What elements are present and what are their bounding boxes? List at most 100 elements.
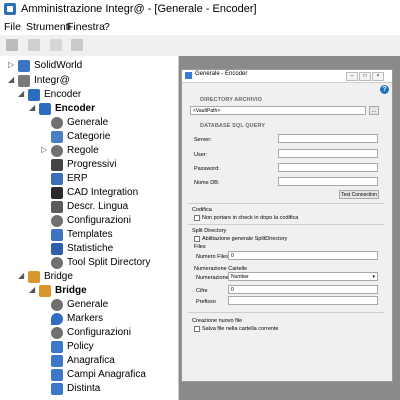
chevron-down-icon: ▾: [372, 274, 375, 280]
menu-bar: File Strumenti Finestra ?: [0, 19, 400, 35]
cifre-field[interactable]: 0: [228, 285, 378, 294]
menu-strumenti[interactable]: Strumenti: [26, 21, 71, 33]
browse-button[interactable]: ...: [369, 106, 379, 115]
expand-toggle[interactable]: ◢: [18, 89, 26, 98]
marker-icon: [51, 313, 63, 325]
files-heading: Files: [194, 244, 206, 250]
tree-node-label: Encoder: [44, 89, 82, 100]
tree-node-label: Policy: [67, 341, 94, 352]
registry-fields-icon: [51, 369, 63, 381]
settings-dialog: Generale - Encoder – □ × ? DIRECTORY ARC…: [181, 69, 393, 382]
non-portare-label: Non portare in check in dopo la codifica: [202, 215, 299, 221]
expand-toggle[interactable]: ◢: [29, 285, 37, 294]
server-field[interactable]: [278, 134, 378, 143]
tree-node-label: Generale: [67, 117, 109, 128]
tree-node-label: Markers: [67, 313, 104, 324]
tree-node-label: Progressivi: [67, 159, 117, 170]
divider: [188, 224, 384, 225]
nome-db-field[interactable]: [278, 177, 378, 186]
tree-node-label: CAD Integration: [67, 187, 139, 198]
statistics-icon: [51, 243, 63, 255]
integra-icon: [18, 75, 30, 87]
maximize-button[interactable]: □: [359, 72, 371, 81]
abilitazione-label: Abilitazione generale SplitDirectory: [202, 236, 288, 242]
expand-toggle[interactable]: ◢: [18, 271, 26, 280]
password-field[interactable]: [278, 163, 378, 172]
tree-node-label: Configurazioni: [67, 327, 131, 338]
close-button[interactable]: ×: [372, 72, 384, 81]
prefisso-field[interactable]: [228, 296, 378, 305]
dialog-app-icon: [185, 72, 192, 79]
tree-node-label: Configurazioni: [67, 215, 131, 226]
user-label: User:: [194, 152, 208, 158]
server-label: Server:: [194, 137, 212, 143]
tree-node-label: Anagrafica: [67, 355, 115, 366]
menu-file[interactable]: File: [4, 21, 21, 33]
tree-node-label: Encoder: [55, 103, 96, 114]
tree-node-label: Regole: [67, 145, 99, 156]
navigation-tree[interactable]: ▷ SolidWorld ◢ Integr@ ◢ Encoder ◢ Encod…: [0, 56, 179, 400]
bom-icon: [51, 383, 63, 395]
numero-files-field[interactable]: 0: [228, 251, 378, 260]
solidworld-icon: [18, 60, 30, 72]
gear-icon: [51, 327, 63, 339]
tree-node-label: Integr@: [34, 75, 70, 86]
cut-icon[interactable]: [50, 39, 62, 51]
test-connection-button[interactable]: Test Connection: [339, 190, 379, 199]
gear-icon: [51, 145, 63, 157]
tree-node-label: Generale: [67, 299, 109, 310]
minimize-button[interactable]: –: [346, 72, 358, 81]
divider: [188, 203, 384, 204]
codifica-heading: Codifica: [192, 207, 212, 213]
expand-toggle[interactable]: ◢: [29, 103, 37, 112]
database-sql-heading: DATABASE SQL QUERY: [200, 123, 266, 129]
tree-node-label: Descr. Lingua: [67, 201, 129, 212]
cad-icon: [51, 187, 63, 199]
erp-icon: [51, 173, 63, 185]
user-field[interactable]: [278, 149, 378, 158]
language-icon: [51, 201, 63, 213]
gear-icon: [51, 215, 63, 227]
gear-icon: [51, 257, 63, 269]
numero-files-label: Numero Files: [196, 254, 229, 260]
gear-icon: [51, 299, 63, 311]
bridge-icon: [39, 285, 51, 297]
encoder-icon: [39, 103, 51, 115]
non-portare-checkbox[interactable]: [194, 215, 200, 221]
vault-path-field[interactable]: <VaultPath>: [190, 106, 366, 115]
app-icon: [4, 3, 16, 15]
tree-node-label: Categorie: [67, 131, 111, 142]
abilitazione-checkbox[interactable]: [194, 236, 200, 242]
title-bar: Amministrazione Integr@ - [Generale - En…: [0, 0, 400, 19]
numerazione-value: Number: [231, 274, 249, 280]
policy-icon: [51, 341, 63, 353]
window-title: Amministrazione Integr@ - [Generale - En…: [21, 3, 257, 15]
tree-node-label: ERP: [67, 173, 88, 184]
tree-node-label: Distinta: [67, 383, 101, 394]
divider: [188, 312, 384, 313]
split-directory-heading: Split Directory: [192, 228, 227, 234]
tree-node-label: Statistiche: [67, 243, 114, 254]
tree-node-label: Campi Anagrafica: [67, 369, 146, 380]
salva-file-label: Salva file nella cartella corrente: [202, 326, 279, 332]
numerazione-select[interactable]: Number ▾: [228, 272, 378, 281]
progressive-icon: [51, 159, 63, 171]
encoder-icon: [28, 89, 40, 101]
expand-toggle[interactable]: ▷: [8, 60, 16, 69]
categories-icon: [51, 131, 63, 143]
help-icon[interactable]: ?: [380, 85, 389, 94]
new-icon[interactable]: [28, 39, 40, 51]
menu-finestra[interactable]: Finestra: [67, 21, 105, 33]
menu-help[interactable]: ?: [104, 21, 110, 33]
save-icon[interactable]: [6, 39, 18, 51]
salva-file-checkbox[interactable]: [194, 326, 200, 332]
nome-db-label: Nome DB:: [194, 180, 220, 186]
cifre-label: Cifre: [196, 288, 208, 294]
templates-icon: [51, 229, 63, 241]
tree-node-label: Tool Split Directory: [67, 257, 151, 268]
expand-toggle[interactable]: ◢: [8, 75, 16, 84]
creazione-heading: Creazione nuovo file: [192, 318, 243, 324]
expand-toggle[interactable]: ▷: [41, 145, 49, 154]
delete-icon[interactable]: [71, 39, 83, 51]
tree-node-label: Templates: [67, 229, 113, 240]
